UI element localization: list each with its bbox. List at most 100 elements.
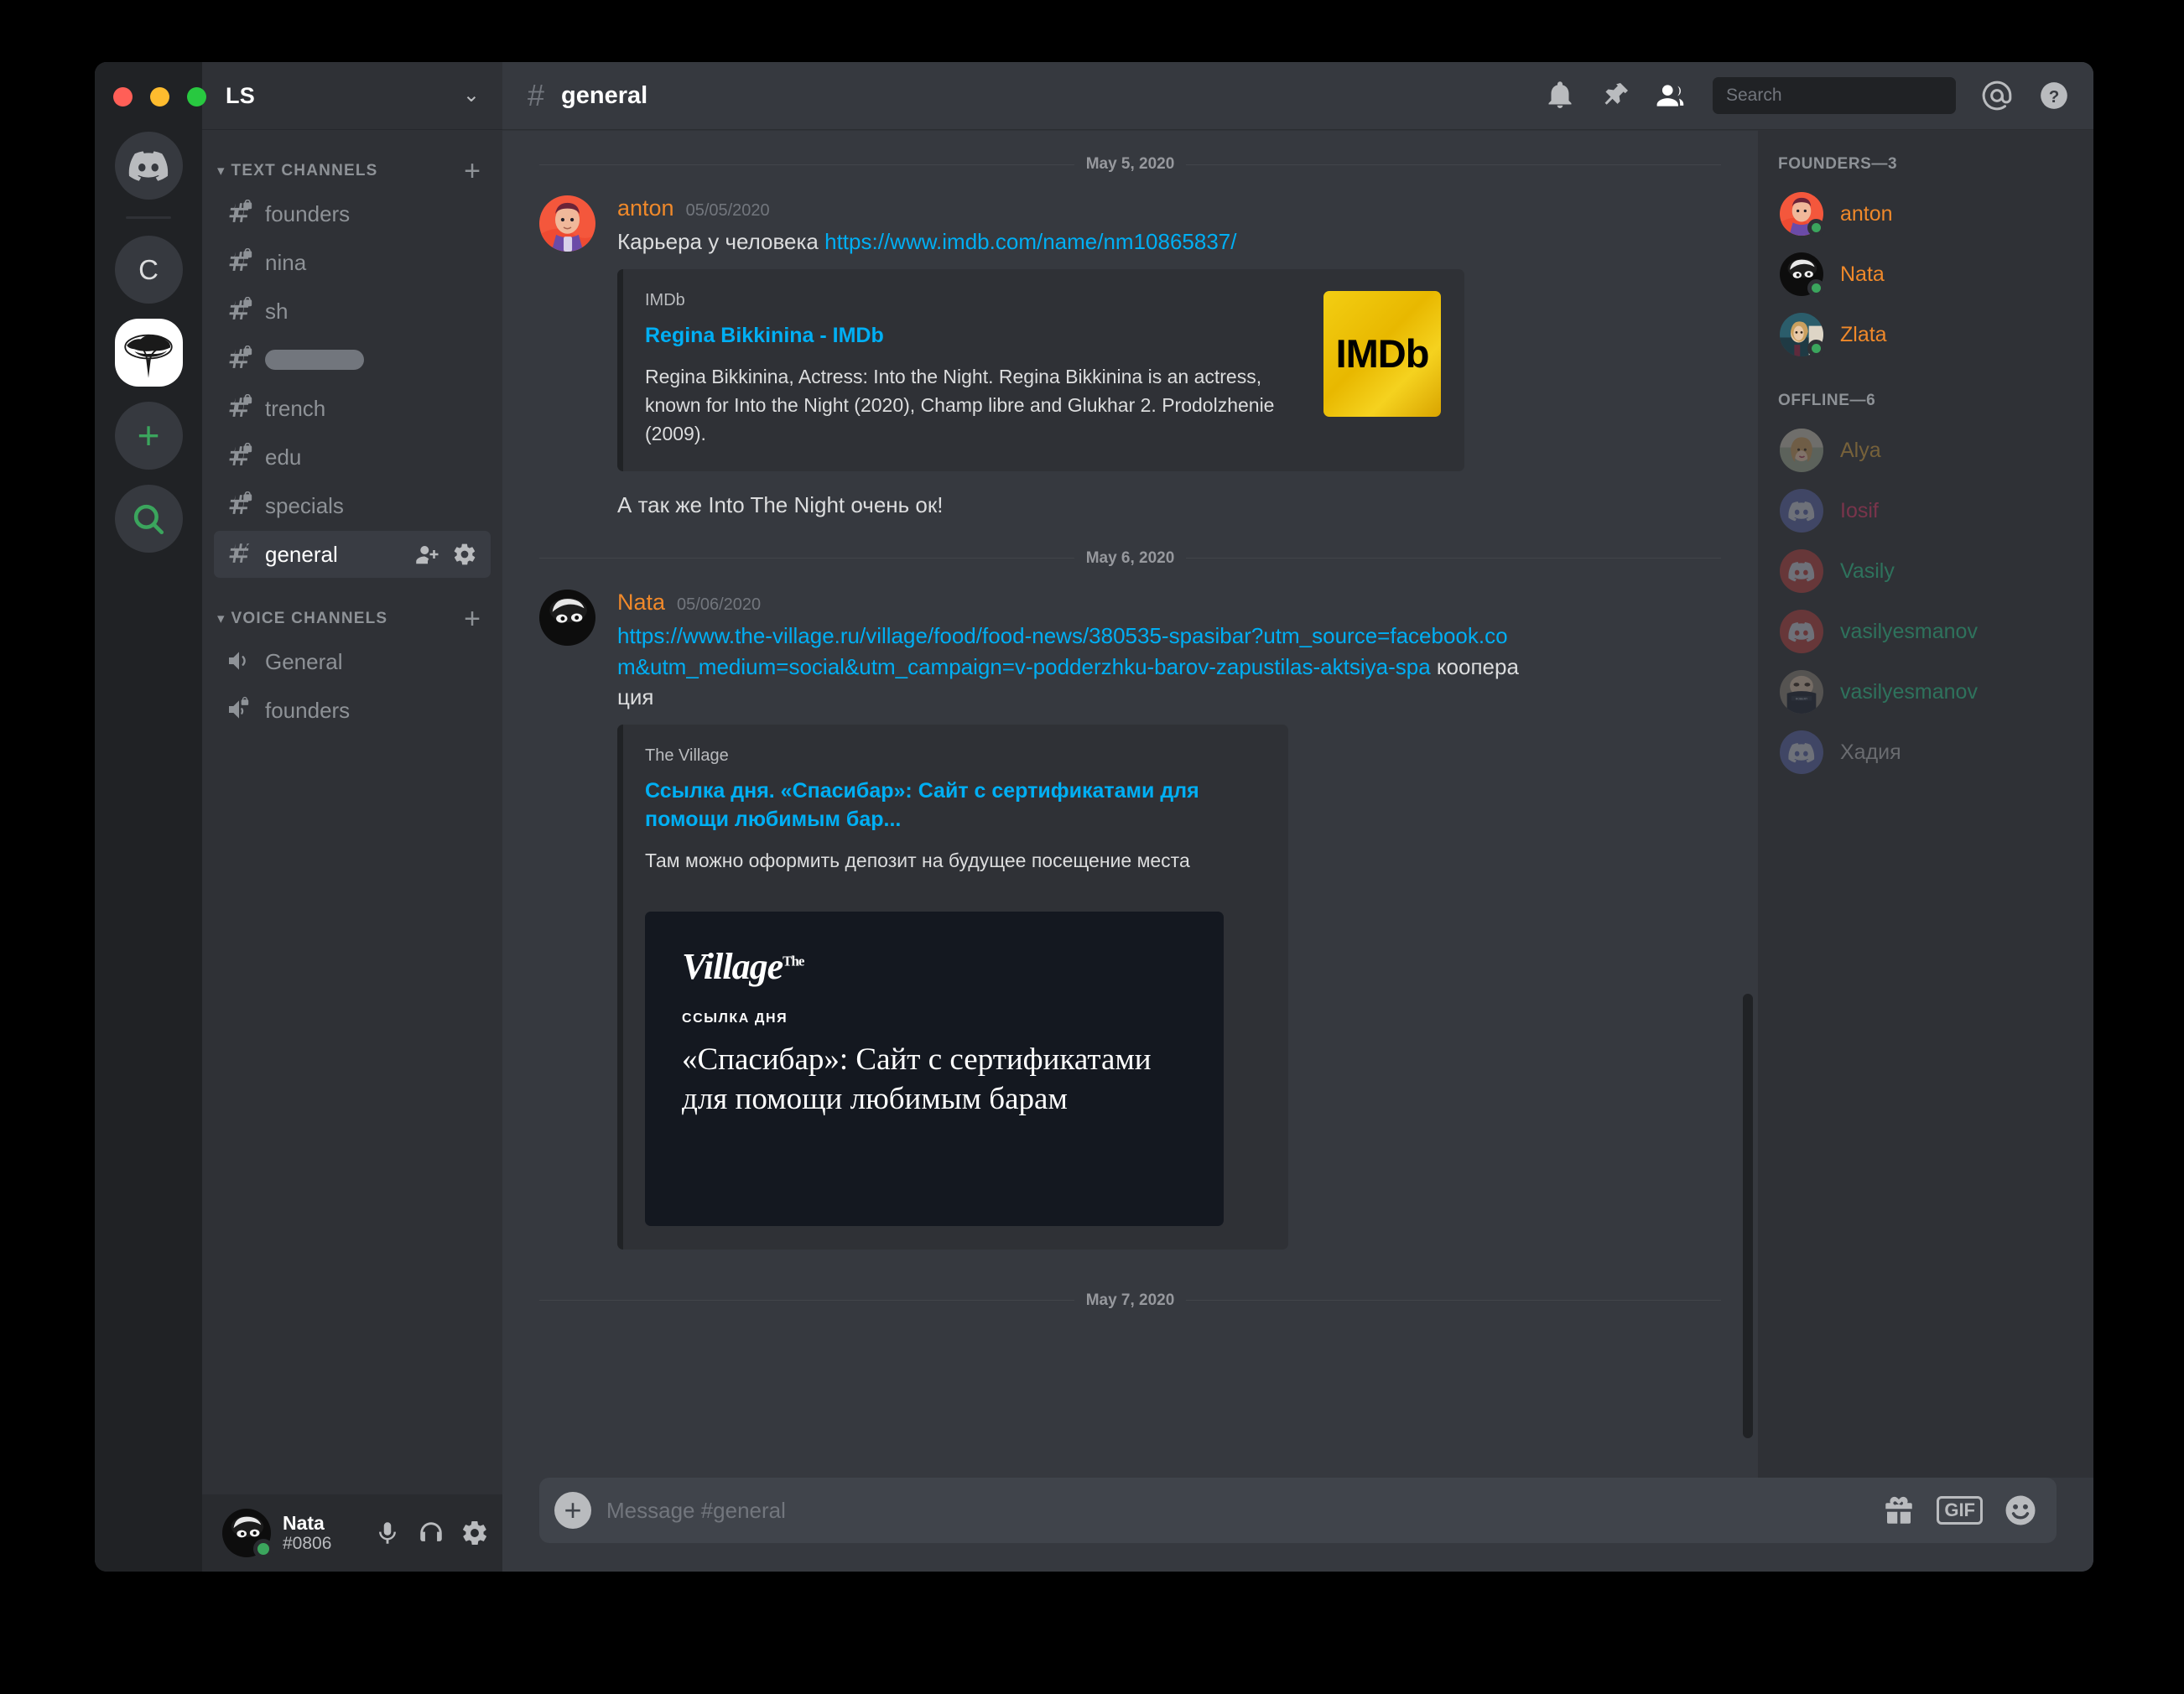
close-window-button[interactable] <box>113 87 133 107</box>
embed-imdb[interactable]: IMDb Regina Bikkinina - IMDb Regina Bikk… <box>617 268 1464 471</box>
headphones-icon[interactable] <box>417 1519 445 1547</box>
message-list: May 5, 2020 anton 05/05/2020 Карьера у ч… <box>502 130 1758 1478</box>
member-name: Alya <box>1840 438 1881 462</box>
channel-settings-gear-icon[interactable] <box>452 542 477 567</box>
anton-avatar-image <box>539 195 595 252</box>
avatar <box>1780 549 1823 593</box>
member-row-anton[interactable]: anton <box>1770 184 2082 244</box>
pin-icon[interactable] <box>1600 81 1630 111</box>
imdb-logo-text: IMDb <box>1335 331 1430 377</box>
category-text-channels[interactable]: ▾ TEXT CHANNELS + <box>202 153 502 189</box>
plus-icon: + <box>564 1492 582 1527</box>
avatar: ROBERT <box>1780 670 1823 714</box>
channel-trench[interactable]: trench <box>214 385 491 432</box>
mention-icon[interactable] <box>1981 80 2013 112</box>
member-row-vasilyesmanov-2[interactable]: ROBERT vasilyesmanov <box>1770 662 2082 722</box>
category-label: VOICE CHANNELS <box>231 610 388 627</box>
compass-search-icon <box>133 504 164 534</box>
guild-header[interactable]: LS ⌄ <box>202 62 502 130</box>
embed-the-village[interactable]: The Village Ссылка дня. «Спасибар»: Сайт… <box>617 725 1288 1250</box>
avatar <box>1780 313 1825 357</box>
gif-icon[interactable]: GIF <box>1937 1496 1983 1525</box>
member-row-hadiya[interactable]: Хадия <box>1770 722 2082 782</box>
member-row-alya[interactable]: Alya <box>1770 420 2082 481</box>
server-icon-c[interactable]: C <box>114 236 183 304</box>
message-composer[interactable]: + GIF <box>539 1478 2057 1543</box>
member-row-iosif[interactable]: Iosif <box>1770 481 2082 541</box>
member-row-zlata[interactable]: Zlata <box>1770 304 2082 365</box>
message-scrollbar[interactable] <box>1743 994 1753 1438</box>
members-icon[interactable] <box>1656 80 1687 112</box>
message-author[interactable]: anton <box>617 195 674 221</box>
explore-servers-button[interactable] <box>114 485 183 553</box>
emoji-icon[interactable] <box>2003 1493 2038 1528</box>
message-text: https://www.the-village.ru/village/food/… <box>617 621 1523 714</box>
server-icon-tree[interactable] <box>114 319 183 387</box>
add-voice-channel-button[interactable]: + <box>464 605 481 633</box>
voice-channel-general[interactable]: General <box>214 638 491 685</box>
channel-edu[interactable]: edu <box>214 434 491 481</box>
status-indicator-online <box>1807 279 1825 297</box>
date-divider-label: May 6, 2020 <box>1085 548 1175 567</box>
hash-lock-icon <box>226 491 254 520</box>
message-link[interactable]: https://www.imdb.com/name/nm10865837/ <box>824 229 1236 254</box>
embed-thumbnail[interactable]: IMDb <box>1323 290 1441 417</box>
member-name: Zlata <box>1840 322 1887 346</box>
embed-title[interactable]: Ссылка дня. «Спасибар»: Сайт с сертифика… <box>645 777 1265 834</box>
message: anton 05/05/2020 Карьера у человека http… <box>502 192 1758 524</box>
channel-label: General <box>265 648 343 674</box>
search-input[interactable] <box>1726 86 1953 106</box>
channel-redacted[interactable] <box>214 336 491 383</box>
create-invite-icon[interactable] <box>415 542 440 567</box>
category-voice-channels[interactable]: ▾ VOICE CHANNELS + <box>202 601 502 637</box>
settings-gear-icon[interactable] <box>460 1519 489 1547</box>
tree-logo-icon <box>124 334 173 378</box>
channel-label: sh <box>265 298 289 324</box>
chevron-down-icon[interactable]: ⌄ <box>463 86 480 106</box>
content-area: May 5, 2020 anton 05/05/2020 Карьера у ч… <box>502 130 2093 1478</box>
embed-image[interactable]: VillageThe ССЫЛКА ДНЯ «Спасибар»: Сайт с… <box>645 911 1224 1226</box>
member-row-vasilyesmanov-1[interactable]: vasilyesmanov <box>1770 601 2082 662</box>
traffic-lights <box>95 87 206 107</box>
member-name: Vasily <box>1840 559 1895 583</box>
channel-sh[interactable]: sh <box>214 288 491 335</box>
attach-file-button[interactable]: + <box>554 1492 591 1529</box>
bell-icon[interactable] <box>1545 81 1575 111</box>
avatar[interactable] <box>539 589 595 646</box>
help-icon[interactable]: ? <box>2038 80 2070 112</box>
gift-icon[interactable] <box>1881 1493 1916 1528</box>
hash-lock-icon <box>226 394 254 423</box>
avatar <box>1780 252 1825 297</box>
user-name: Nata <box>283 1511 325 1534</box>
add-server-button[interactable]: + <box>114 402 183 470</box>
members-sidebar: FOUNDERS—3 anton Nata Zlata OFFLINE—6 Al… <box>1758 130 2093 1478</box>
channel-nina[interactable]: nina <box>214 239 491 286</box>
channel-specials[interactable]: specials <box>214 482 491 529</box>
message-author[interactable]: Nata <box>617 590 665 616</box>
channel-founders[interactable]: founders <box>214 190 491 237</box>
alya-avatar-image <box>1780 429 1823 472</box>
microphone-icon[interactable] <box>373 1519 402 1547</box>
search-box[interactable] <box>1713 77 1956 114</box>
add-text-channel-button[interactable]: + <box>464 157 481 185</box>
message-input[interactable] <box>606 1497 1867 1524</box>
main-column: # general Search ? May 5, 2020 anton 05/… <box>502 62 2093 1572</box>
redacted-channel-name <box>265 350 364 370</box>
village-logo: VillageThe <box>682 945 804 988</box>
chevron-down-icon: ▾ <box>217 163 225 179</box>
members-group-title-offline: OFFLINE—6 <box>1778 392 1876 409</box>
channel-label: general <box>265 541 338 567</box>
hash-lock-icon <box>226 443 254 471</box>
avatar <box>1780 610 1823 653</box>
member-row-vasily[interactable]: Vasily <box>1770 541 2082 601</box>
avatar[interactable] <box>222 1509 273 1559</box>
voice-channel-founders[interactable]: founders <box>214 687 491 734</box>
server-home-button[interactable] <box>114 132 183 200</box>
embed-title[interactable]: Regina Bikkinina - IMDb <box>645 322 1307 351</box>
channel-general[interactable]: general <box>214 531 491 578</box>
member-row-nata[interactable]: Nata <box>1770 244 2082 304</box>
minimize-window-button[interactable] <box>150 87 169 107</box>
message-link[interactable]: https://www.the-village.ru/village/food/… <box>617 623 1508 679</box>
avatar[interactable] <box>539 195 595 252</box>
maximize-window-button[interactable] <box>187 87 206 107</box>
